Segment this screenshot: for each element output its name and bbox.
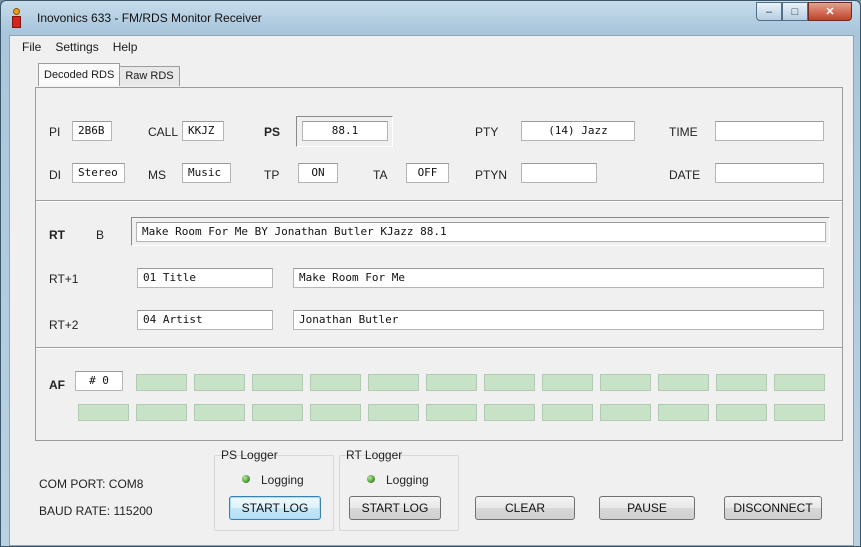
af-frequency-slot (426, 374, 477, 391)
af-frequency-slot (194, 404, 245, 421)
pi-label: PI (49, 125, 61, 139)
menu-file[interactable]: File (15, 40, 48, 54)
disconnect-button[interactable]: DISCONNECT (724, 496, 822, 520)
rt-logging-led-icon (367, 475, 375, 483)
ps-logger-title: PS Logger (221, 448, 278, 462)
rt-plus-1-tag-field: 01 Title (137, 268, 273, 288)
rt-start-log-button[interactable]: START LOG (349, 496, 441, 520)
af-frequency-slot (658, 404, 709, 421)
tab-strip: Decoded RDS Raw RDS (38, 63, 180, 86)
rt-plus-2-value-field: Jonathan Butler (293, 310, 824, 330)
af-frequency-slot (252, 374, 303, 391)
pause-button[interactable]: PAUSE (599, 496, 695, 520)
minimize-button[interactable]: ‒ (756, 2, 782, 21)
call-field: KKJZ (182, 121, 224, 141)
divider (36, 200, 842, 202)
pty-label: PTY (475, 125, 499, 139)
af-frequency-slot (658, 374, 709, 391)
af-frequency-slot (252, 404, 303, 421)
ta-label: TA (373, 168, 388, 182)
tp-field: ON (298, 163, 338, 183)
af-frequency-slot (484, 404, 535, 421)
af-frequency-slot (600, 404, 651, 421)
ps-logging-status: Logging (261, 473, 304, 487)
pty-field: (14) Jazz (521, 121, 635, 141)
tab-raw-rds[interactable]: Raw RDS (119, 66, 180, 86)
com-port-status: COM PORT: COM8 (39, 477, 144, 491)
inovonics-logo-icon (9, 8, 23, 28)
af-frequency-slot (368, 374, 419, 391)
rt-ab-flag: B (96, 228, 105, 242)
rt-plus-2-label: RT+2 (49, 318, 79, 332)
time-label: TIME (669, 125, 698, 139)
rt-plus-2-tag-field: 04 Artist (137, 310, 273, 330)
ps-label: PS (264, 125, 281, 139)
menu-settings[interactable]: Settings (48, 40, 105, 54)
rt-field: Make Room For Me BY Jonathan Butler KJaz… (136, 222, 826, 242)
decoded-rds-panel: PI 2B6B CALL KKJZ PS 88.1 PTY (14) Jazz … (35, 87, 843, 441)
time-field (715, 121, 824, 141)
af-frequency-slot (310, 404, 361, 421)
ms-label: MS (148, 168, 166, 182)
af-frequency-slot (136, 404, 187, 421)
af-frequency-slot (774, 374, 825, 391)
baud-rate-status: BAUD RATE: 115200 (39, 504, 153, 518)
rt-plus-1-value-field: Make Room For Me (293, 268, 824, 288)
rt-logger-title: RT Logger (346, 448, 403, 462)
date-field (715, 163, 824, 183)
menu-help[interactable]: Help (106, 40, 145, 54)
app-window: Inovonics 633 - FM/RDS Monitor Receiver … (0, 0, 861, 547)
ps-field: 88.1 (302, 121, 388, 141)
client-area: File Settings Help Decoded RDS Raw RDS P… (9, 35, 854, 546)
ps-start-log-button[interactable]: START LOG (229, 496, 321, 520)
date-label: DATE (669, 168, 701, 182)
clear-button[interactable]: CLEAR (475, 496, 575, 520)
tp-label: TP (264, 168, 280, 182)
divider (36, 347, 842, 349)
af-count-field: # 0 (75, 371, 123, 391)
call-label: CALL (148, 125, 179, 139)
af-frequency-slot (78, 404, 129, 421)
af-frequency-slot (194, 374, 245, 391)
af-frequency-slot (716, 374, 767, 391)
pi-field: 2B6B (72, 121, 112, 141)
di-label: DI (49, 168, 61, 182)
rt-label: RT (49, 228, 65, 242)
af-frequency-slot (716, 404, 767, 421)
af-frequency-slot (774, 404, 825, 421)
di-field: Stereo (72, 163, 125, 183)
ptyn-field (521, 163, 597, 183)
af-frequency-slot (542, 404, 593, 421)
rt-logging-status: Logging (386, 473, 429, 487)
af-frequency-slot (542, 374, 593, 391)
ta-field: OFF (406, 163, 449, 183)
close-button[interactable]: ✕ (808, 2, 852, 21)
af-frequency-slot (426, 404, 477, 421)
tab-decoded-rds[interactable]: Decoded RDS (38, 63, 121, 86)
af-frequency-slot (310, 374, 361, 391)
af-frequency-slot (368, 404, 419, 421)
maximize-button[interactable]: □ (782, 2, 808, 21)
window-title: Inovonics 633 - FM/RDS Monitor Receiver (37, 11, 262, 25)
ptyn-label: PTYN (475, 168, 508, 182)
af-frequency-slot (600, 374, 651, 391)
ms-field: Music (182, 163, 231, 183)
menu-bar: File Settings Help (10, 36, 853, 58)
rt-plus-1-label: RT+1 (49, 272, 79, 286)
af-label: AF (49, 378, 65, 392)
ps-logging-led-icon (242, 475, 250, 483)
title-bar[interactable]: Inovonics 633 - FM/RDS Monitor Receiver … (1, 1, 860, 35)
af-frequency-slot (484, 374, 535, 391)
af-frequency-slot (136, 374, 187, 391)
